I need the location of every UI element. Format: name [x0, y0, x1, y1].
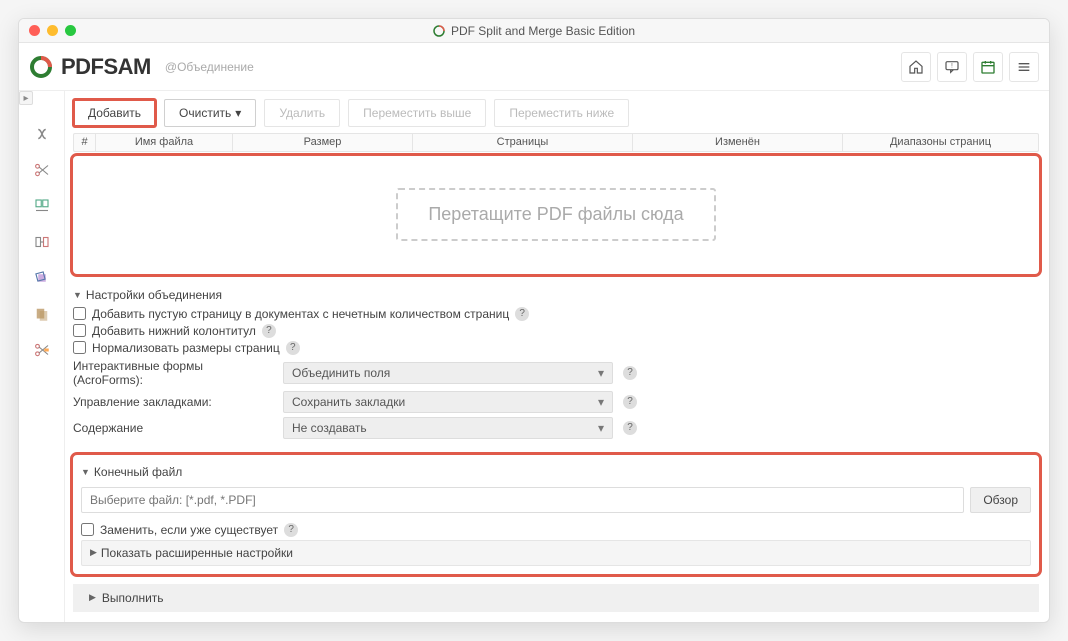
dropzone-highlight: Перетащите PDF файлы сюда — [73, 156, 1039, 274]
add-footer-label: Добавить нижний колонтитул — [92, 324, 256, 338]
sidebar-item-split-size[interactable] — [31, 339, 53, 361]
col-filename[interactable]: Имя файла — [96, 134, 233, 151]
file-dropzone[interactable]: Перетащите PDF файлы сюда — [79, 162, 1033, 268]
sidebar-item-mix[interactable] — [31, 303, 53, 325]
breadcrumb: @Объединение — [165, 60, 254, 74]
col-ranges[interactable]: Диапазоны страниц — [843, 134, 1038, 151]
normalize-label: Нормализовать размеры страниц — [92, 341, 280, 355]
col-modified[interactable]: Изменён — [633, 134, 843, 151]
app-icon — [433, 25, 445, 37]
sidebar-item-split[interactable] — [31, 159, 53, 181]
output-section-header[interactable]: Конечный файл — [81, 463, 1031, 481]
move-up-button: Переместить выше — [348, 99, 486, 127]
notify-button[interactable]: ! — [937, 52, 967, 82]
dropzone-hint: Перетащите PDF файлы сюда — [396, 188, 715, 241]
normalize-checkbox[interactable] — [73, 341, 86, 354]
merge-settings-header[interactable]: Настройки объединения — [73, 286, 1039, 304]
sidebar: ▸ — [19, 91, 65, 622]
help-icon[interactable]: ? — [515, 307, 529, 321]
clear-label: Очистить — [179, 106, 231, 120]
calendar-icon — [980, 59, 996, 75]
output-file-input[interactable] — [81, 487, 964, 513]
sidebar-item-extract[interactable] — [31, 231, 53, 253]
merge-settings-section: Настройки объединения Добавить пустую ст… — [73, 286, 1039, 443]
sidebar-item-rotate[interactable] — [31, 267, 53, 289]
help-icon[interactable]: ? — [286, 341, 300, 355]
brand: PDFSAM @Объединение — [29, 54, 254, 80]
sidebar-item-merge[interactable] — [31, 123, 53, 145]
titlebar: PDF Split and Merge Basic Edition — [19, 19, 1049, 43]
chevron-down-icon: ▾ — [235, 106, 241, 120]
help-icon[interactable]: ? — [623, 366, 637, 380]
forms-label: Интерактивные формы (AcroForms): — [73, 359, 273, 387]
add-button[interactable]: Добавить — [73, 99, 156, 127]
overwrite-label: Заменить, если уже существует — [100, 523, 278, 537]
speech-bubble-icon: ! — [944, 59, 960, 75]
svg-text:!: ! — [951, 63, 953, 69]
add-blank-checkbox[interactable] — [73, 307, 86, 320]
move-down-button: Переместить ниже — [494, 99, 629, 127]
file-table-header: # Имя файла Размер Страницы Изменён Диап… — [73, 133, 1039, 152]
browse-button[interactable]: Обзор — [970, 487, 1031, 513]
main-panel: Добавить Очистить ▾ Удалить Переместить в… — [65, 91, 1049, 622]
col-number[interactable]: # — [74, 134, 96, 151]
help-icon[interactable]: ? — [262, 324, 276, 338]
brand-logo-icon — [29, 55, 53, 79]
bookmarks-label: Управление закладками: — [73, 395, 273, 409]
help-icon[interactable]: ? — [623, 421, 637, 435]
run-bar: Выполнить — [73, 584, 1039, 612]
menu-icon — [1016, 59, 1032, 75]
output-section-highlight: Конечный файл Обзор Заменить, если уже с… — [73, 455, 1039, 574]
sidebar-expand-toggle[interactable]: ▸ — [19, 91, 33, 105]
delete-button: Удалить — [264, 99, 340, 127]
window-title-text: PDF Split and Merge Basic Edition — [451, 24, 635, 38]
app-header: PDFSAM @Объединение ! — [19, 43, 1049, 91]
home-icon — [908, 59, 924, 75]
bookmarks-select[interactable]: Сохранить закладки — [283, 391, 613, 413]
toc-select[interactable]: Не создавать — [283, 417, 613, 439]
brand-name: PDFSAM — [61, 54, 151, 80]
calendar-button[interactable] — [973, 52, 1003, 82]
window-title: PDF Split and Merge Basic Edition — [19, 24, 1049, 38]
toolbar: Добавить Очистить ▾ Удалить Переместить в… — [73, 99, 1039, 127]
help-icon[interactable]: ? — [284, 523, 298, 537]
toc-label: Содержание — [73, 421, 273, 435]
forms-select[interactable]: Объединить поля — [283, 362, 613, 384]
help-icon[interactable]: ? — [623, 395, 637, 409]
run-button[interactable]: Выполнить — [81, 589, 172, 607]
col-size[interactable]: Размер — [233, 134, 413, 151]
overwrite-checkbox[interactable] — [81, 523, 94, 536]
add-footer-checkbox[interactable] — [73, 324, 86, 337]
col-pages[interactable]: Страницы — [413, 134, 633, 151]
menu-button[interactable] — [1009, 52, 1039, 82]
advanced-settings-toggle[interactable]: Показать расширенные настройки — [81, 540, 1031, 566]
sidebar-item-split-bookmarks[interactable] — [31, 195, 53, 217]
add-blank-label: Добавить пустую страницу в документах с … — [92, 307, 509, 321]
clear-button[interactable]: Очистить ▾ — [164, 99, 256, 127]
home-button[interactable] — [901, 52, 931, 82]
